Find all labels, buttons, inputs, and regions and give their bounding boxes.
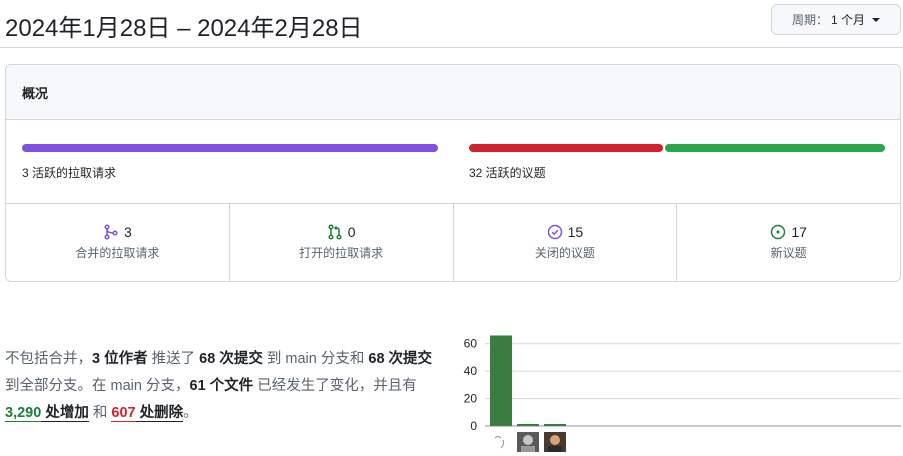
- summary-text: 和: [88, 405, 112, 421]
- all-commits-count: 68 次提交: [368, 351, 433, 367]
- stat-open-pulls[interactable]: 0 打开的拉取请求: [230, 204, 454, 281]
- open-issue-icon: [771, 224, 786, 240]
- issues-summary[interactable]: 32 活跃的议题: [469, 120, 885, 204]
- contributor-bar[interactable]: [517, 424, 539, 426]
- pulls-progress-bar: [22, 144, 438, 152]
- activity-bars: 3 活跃的拉取请求 32 活跃的议题: [6, 120, 900, 204]
- main-commits-count: 68 次提交: [199, 351, 263, 367]
- period-value: 1 个月: [831, 13, 866, 27]
- open-pulls-count: 0: [347, 224, 356, 240]
- y-tick-label: 20: [464, 392, 478, 406]
- y-tick-label: 60: [464, 337, 478, 351]
- deletions-word: 处删除: [135, 405, 184, 422]
- open-pulls-label: 打开的拉取请求: [299, 246, 384, 260]
- pulls-summary[interactable]: 3 活跃的拉取请求: [22, 120, 438, 204]
- contributor-bar[interactable]: [490, 335, 512, 426]
- deletions-link[interactable]: 607 处删除: [111, 405, 184, 422]
- y-tick-label: 0: [470, 419, 477, 433]
- stat-closed-issues[interactable]: 15 关闭的议题: [454, 204, 678, 281]
- y-tick-label: 40: [464, 364, 478, 378]
- period-label: 周期：: [791, 13, 828, 27]
- stat-new-issues[interactable]: 17 新议题: [677, 204, 900, 281]
- additions-word: 处增加: [41, 405, 89, 422]
- new-issues-label: 新议题: [770, 246, 807, 260]
- closed-issues-count: 15: [567, 224, 584, 240]
- closed-issues-label: 关闭的议题: [534, 246, 595, 260]
- new-issues-count: 17: [791, 224, 807, 240]
- active-pulls-label: 3 活跃的拉取请求: [22, 166, 117, 180]
- summary-text: 到 main 分支和: [262, 351, 369, 367]
- overview-panel: 概况 3 活跃的拉取请求 32 活跃的议题 3 合并的拉取请求 0 打开的拉取请…: [5, 64, 901, 282]
- additions-count: 3,290: [5, 405, 42, 422]
- summary-text: 到全部分支。在 main 分支，: [5, 378, 190, 394]
- stat-merged-pulls[interactable]: 3 合并的拉取请求: [6, 204, 230, 281]
- open-pr-icon: [328, 224, 342, 240]
- summary-text: 不包括合并，: [5, 351, 92, 367]
- summary-text: 推送了: [147, 351, 200, 367]
- additions-link[interactable]: 3,290 处增加: [5, 405, 89, 422]
- contributor-avatar[interactable]: [517, 432, 539, 452]
- overview-title: 概况: [6, 65, 900, 120]
- closed-issue-icon: [547, 224, 562, 240]
- files-changed-count: 61 个文件: [189, 378, 254, 394]
- summary-text: 已经发生了变化，并且有: [253, 378, 417, 394]
- period-select-button[interactable]: 周期： 1 个月: [771, 4, 901, 35]
- merged-pr-icon: [104, 224, 118, 240]
- closed-issues-segment: [469, 144, 664, 152]
- issues-progress-bar: [469, 144, 885, 152]
- contributors-bar-chart: 0 20 40 60: [464, 335, 901, 452]
- header: 2024年1月28日 – 2024年2月28日 周期： 1 个月: [0, 0, 903, 48]
- merged-pulls-label: 合并的拉取请求: [75, 246, 160, 260]
- contributor-avatar[interactable]: [544, 432, 566, 452]
- commit-summary: 不包括合并，3 位作者 推送了 68 次提交 到 main 分支和 68 次提交…: [5, 346, 450, 427]
- deletions-count: 607: [111, 405, 136, 422]
- contributor-avatar[interactable]: [490, 432, 512, 452]
- caret-down-icon: [872, 17, 881, 22]
- authors-count: 3 位作者: [92, 351, 148, 367]
- stats-row: 3 合并的拉取请求 0 打开的拉取请求 15 关闭的议题 17 新议题: [6, 204, 900, 281]
- new-issues-segment: [665, 144, 885, 152]
- date-range-title: 2024年1月28日 – 2024年2月28日: [5, 15, 363, 42]
- merged-pulls-count: 3: [123, 224, 132, 240]
- summary-text: 。: [183, 405, 198, 421]
- active-issues-label: 32 活跃的议题: [469, 166, 546, 180]
- merged-pulls-segment: [22, 144, 438, 152]
- contributor-bar[interactable]: [544, 424, 566, 426]
